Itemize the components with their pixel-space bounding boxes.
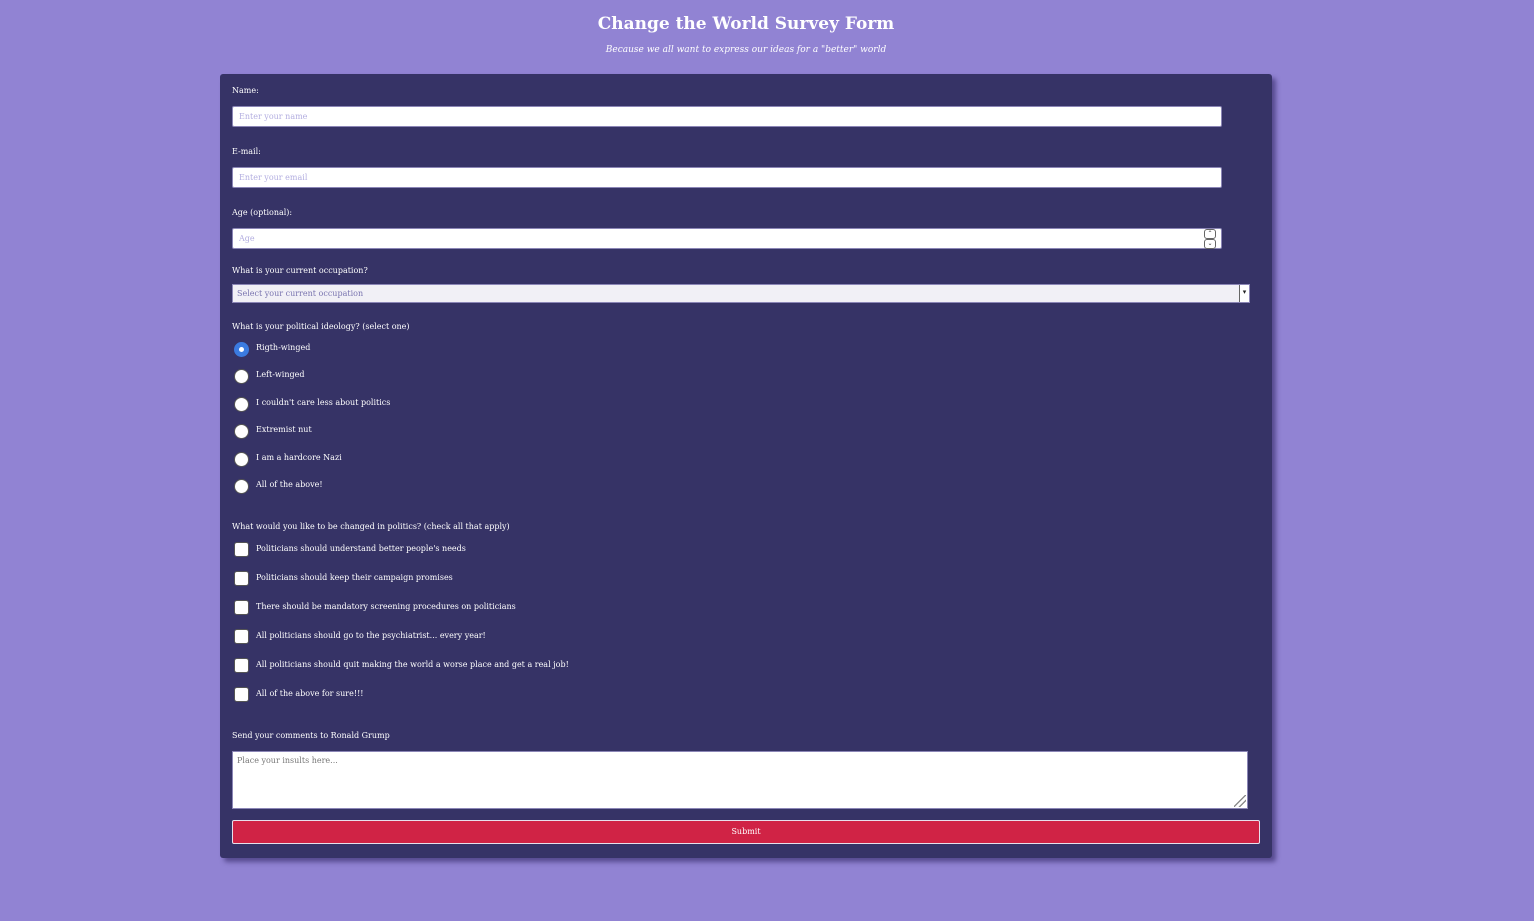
changes-label: What would you like to be changed in pol… [232,522,510,531]
email-input[interactable] [232,167,1222,188]
age-label: Age (optional): [232,208,293,217]
radio-all-of-above[interactable] [234,479,249,494]
occupation-select[interactable]: Select your current occupation ▾ [232,284,1250,303]
page-title: Change the World Survey Form [597,14,895,34]
survey-form: Name: E-mail: Age (optional): ⌃ ⌄ What i… [220,74,1272,858]
comments-placeholder: Place your insults here... [237,756,338,765]
chevron-down-icon[interactable]: ⌄ [1204,239,1216,249]
age-stepper[interactable]: ⌃ ⌄ [1204,229,1216,249]
radio-label: Left-winged [256,370,305,379]
checkbox-label: All of the above for sure!!! [256,689,364,698]
comments-label: Send your comments to Ronald Grump [232,731,390,740]
checkbox-label: Politicians should keep their campaign p… [256,573,453,582]
occupation-label: What is your current occupation? [232,266,368,275]
checkbox-understand-needs[interactable] [234,542,249,557]
radio-label: Rigth-winged [256,343,311,352]
caret-down-icon[interactable]: ▾ [1239,285,1249,302]
checkbox-get-real-job[interactable] [234,658,249,673]
radio-label: Extremist nut [256,425,312,434]
radio-hardcore-nazi[interactable] [234,452,249,467]
ideology-label: What is your political ideology? (select… [232,322,410,331]
page-subtitle: Because we all want to express our ideas… [605,45,887,55]
comments-textarea[interactable]: Place your insults here... [232,751,1248,809]
name-label: Name: [232,86,259,95]
checkbox-keep-promises[interactable] [234,571,249,586]
radio-label: All of the above! [256,480,323,489]
radio-right-winged[interactable] [234,342,249,357]
submit-button[interactable]: Submit [232,820,1260,844]
checkbox-label: There should be mandatory screening proc… [256,602,516,611]
checkbox-label: All politicians should go to the psychia… [256,631,486,640]
checkbox-psychiatrist[interactable] [234,629,249,644]
age-input[interactable] [232,228,1222,249]
checkbox-label: All politicians should quit making the w… [256,660,569,669]
email-label: E-mail: [232,147,261,156]
checkbox-all-for-sure[interactable] [234,687,249,702]
radio-label: I am a hardcore Nazi [256,453,342,462]
radio-left-winged[interactable] [234,369,249,384]
checkbox-mandatory-screening[interactable] [234,600,249,615]
age-field: ⌃ ⌄ [232,228,1222,249]
chevron-up-icon[interactable]: ⌃ [1204,229,1216,239]
checkbox-label: Politicians should understand better peo… [256,544,466,553]
name-input[interactable] [232,106,1222,127]
radio-dont-care[interactable] [234,397,249,412]
resize-grip-icon[interactable] [1234,795,1246,807]
occupation-selected-value: Select your current occupation [237,289,364,298]
radio-extremist-nut[interactable] [234,424,249,439]
radio-label: I couldn't care less about politics [256,398,391,407]
